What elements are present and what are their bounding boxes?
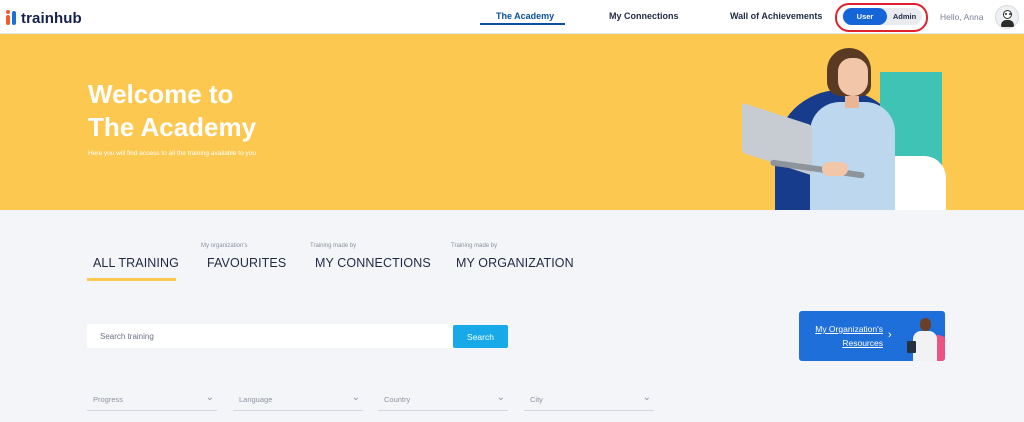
nav-my-connections[interactable]: My Connections	[609, 11, 679, 21]
hero-title: Welcome to The Academy	[88, 79, 257, 142]
nav-the-academy[interactable]: The Academy	[496, 11, 554, 21]
filter-city[interactable]: City ⌄	[524, 391, 654, 411]
logo-text: trainhub	[21, 9, 82, 27]
tab-label: MY ORGANIZATION	[456, 256, 574, 270]
chevron-down-icon: ⌄	[496, 392, 505, 403]
tab-prefix: My organization's	[201, 243, 248, 249]
user-greeting: Hello, Anna	[940, 12, 984, 22]
resources-card-text: My Organization's Resources	[799, 322, 883, 350]
role-toggle[interactable]: User Admin	[842, 8, 922, 25]
filter-progress[interactable]: Progress ⌄	[87, 391, 217, 411]
role-admin-option[interactable]: Admin	[888, 8, 921, 25]
resources-line2: Resources	[842, 338, 883, 348]
filter-label: Language	[239, 395, 273, 404]
tab-prefix: Training made by	[310, 243, 357, 249]
filter-label: Progress	[93, 395, 124, 404]
filter-label: Country	[384, 395, 411, 404]
hero-subtitle: Here you will find access to all the tra…	[88, 150, 257, 157]
chevron-down-icon: ⌄	[351, 392, 360, 403]
filter-label: City	[530, 395, 543, 404]
filter-language[interactable]: Language ⌄	[233, 391, 363, 411]
hero-illustration	[730, 34, 970, 210]
chevron-down-icon: ⌄	[642, 392, 651, 403]
logo-mark-icon	[6, 10, 18, 25]
search-input[interactable]	[87, 324, 453, 348]
chevron-down-icon: ⌄	[205, 392, 214, 403]
tab-label: ALL TRAINING	[93, 256, 179, 270]
nav-active-underline	[480, 23, 565, 25]
user-avatar[interactable]	[995, 5, 1019, 29]
tab-active-underline	[87, 278, 176, 281]
search-button[interactable]: Search	[453, 325, 508, 348]
organization-resources-card[interactable]: My Organization's Resources ›	[799, 311, 945, 361]
hero-banner: Welcome to The Academy Here you will fin…	[0, 34, 1024, 210]
filter-country[interactable]: Country ⌄	[378, 391, 508, 411]
nav-wall-of-achievements[interactable]: Wall of Achievements	[730, 11, 822, 21]
trainhub-logo[interactable]: trainhub	[6, 9, 82, 27]
tab-label: MY CONNECTIONS	[315, 256, 431, 270]
chevron-right-icon: ›	[888, 329, 892, 341]
tab-label: FAVOURITES	[207, 256, 287, 270]
resources-line1: My Organization's	[815, 324, 883, 334]
tab-prefix: Training made by	[451, 243, 498, 249]
top-header: trainhub The Academy My Connections Wall…	[0, 0, 1024, 34]
role-user-option[interactable]: User	[843, 8, 887, 25]
